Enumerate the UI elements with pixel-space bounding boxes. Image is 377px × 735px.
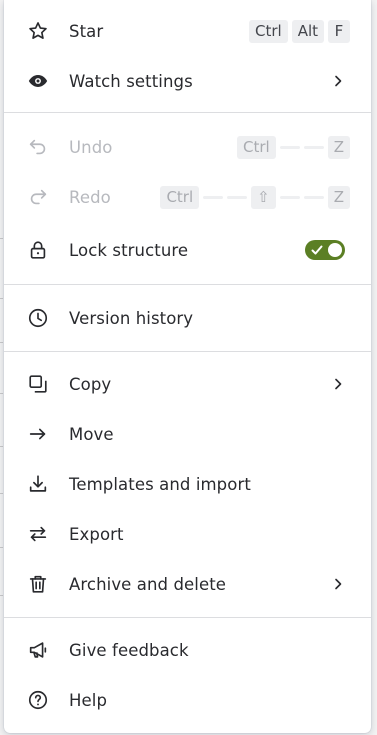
menu-divider [4,112,371,113]
menu-item-export[interactable]: Export [4,510,371,558]
toggle-knob [328,243,342,257]
menu-item-undo: Undo Ctrl Z [4,123,371,171]
background-divider [0,493,3,494]
keyboard-shortcut: Ctrl Z [237,135,350,159]
background-divider [0,342,3,343]
shortcut-key: Alt [291,19,324,43]
undo-icon [26,135,50,159]
shortcut-separator [303,145,324,149]
background-divider [0,446,3,447]
menu-item-redo: Redo Ctrl ⇧ Z [4,173,371,221]
star-icon [26,19,50,43]
arrow-right-icon [26,422,50,446]
background-divider [0,393,3,394]
menu-item-label: Copy [69,374,112,394]
background-divider [0,298,3,299]
shortcut-separator [227,195,248,199]
shortcut-key: Ctrl [237,135,276,159]
chevron-right-icon [335,578,342,590]
menu-item-label: Export [69,524,124,544]
more-actions-menu: Star Ctrl Alt F Watch settings Undo Ctrl… [4,0,371,733]
menu-item-label: Star [69,21,104,41]
menu-divider [4,351,371,352]
redo-icon [26,185,50,209]
shortcut-separator [279,145,300,149]
shortcut-separator [203,195,224,199]
help-icon [26,688,50,712]
menu-item-copy[interactable]: Copy [4,360,371,408]
lock-icon [26,238,50,262]
menu-item-star[interactable]: Star Ctrl Alt F [4,7,371,55]
menu-item-templates-and-import[interactable]: Templates and import [4,460,371,508]
shortcut-key: Ctrl [160,185,200,209]
menu-item-label: Version history [69,308,194,328]
menu-item-help[interactable]: Help [4,676,371,724]
swap-arrows-icon [26,522,50,546]
background-divider [0,547,3,548]
menu-item-give-feedback[interactable]: Give feedback [4,626,371,674]
copy-icon [26,372,50,396]
menu-item-label: Help [69,690,108,710]
menu-item-label: Redo [69,187,111,207]
menu-item-label: Watch settings [69,71,193,91]
menu-item-label: Lock structure [69,240,189,260]
shortcut-key: Z [327,135,350,159]
menu-item-label: Templates and import [69,474,251,494]
shortcut-separator [279,195,300,199]
eye-icon [26,69,50,93]
shortcut-key: ⇧ [251,185,276,209]
trash-icon [26,572,50,596]
background-divider [0,595,3,596]
download-icon [26,472,50,496]
shortcut-key: F [328,19,350,43]
background-divider [0,238,3,239]
lock-structure-toggle[interactable] [305,240,345,260]
menu-item-label: Undo [69,137,113,157]
menu-item-label: Give feedback [69,640,189,660]
menu-item-label: Move [69,424,114,444]
menu-item-label: Archive and delete [69,574,227,594]
menu-item-lock-structure[interactable]: Lock structure [4,226,371,274]
menu-item-watch-settings[interactable]: Watch settings [4,57,371,105]
menu-divider [4,617,371,618]
shortcut-key: Z [327,185,350,209]
keyboard-shortcut: Ctrl ⇧ Z [160,185,350,209]
keyboard-shortcut: Ctrl Alt F [248,19,350,43]
chevron-right-icon [335,378,342,390]
clock-icon [26,306,50,330]
menu-item-version-history[interactable]: Version history [4,294,371,342]
megaphone-icon [26,638,50,662]
check-icon [311,245,323,255]
menu-item-move[interactable]: Move [4,410,371,458]
shortcut-separator [303,195,324,199]
shortcut-key: Ctrl [248,19,288,43]
menu-divider [4,284,371,285]
chevron-right-icon [335,75,342,87]
menu-item-archive-and-delete[interactable]: Archive and delete [4,560,371,608]
